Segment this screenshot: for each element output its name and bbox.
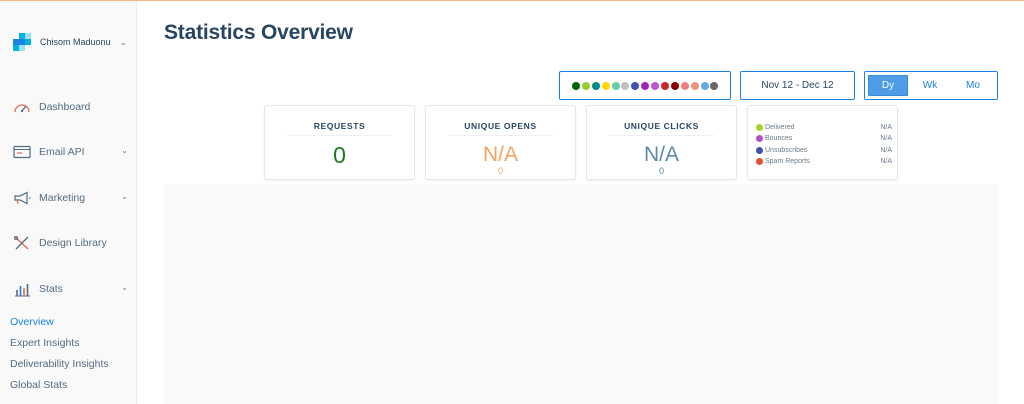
account-name: Chisom Maduonu — [40, 37, 111, 47]
legend-label: Unsubscribes — [765, 146, 808, 154]
card-title: REQUESTS — [313, 121, 366, 131]
period-toggle: Dy Wk Mo — [864, 71, 998, 100]
legend-row-delivered: Delivered N/A — [756, 122, 892, 132]
sidebar-item-email-api[interactable]: Email API ⌄ — [12, 142, 134, 162]
color-swatch — [641, 81, 650, 90]
color-swatch — [621, 81, 630, 90]
divider — [448, 135, 553, 136]
legend-dot — [756, 146, 763, 154]
color-swatch — [581, 81, 590, 90]
sidebar-item-label: Email API — [39, 146, 85, 158]
metrics-legend-card: Delivered N/A Bounces N/A Unsubscribes N… — [747, 105, 898, 180]
unique-opens-sub-value: 0 — [497, 166, 503, 176]
sidebar-item-dashboard[interactable]: Dashboard — [12, 97, 134, 117]
legend-value: N/A — [880, 123, 892, 131]
legend-label: Bounces — [765, 135, 793, 142]
sendgrid-logo-icon — [13, 32, 32, 52]
page-title: Statistics Overview — [164, 21, 353, 44]
requests-card: REQUESTS 0 — [264, 105, 415, 180]
color-swatch — [611, 81, 620, 90]
legend-dot — [756, 158, 763, 165]
color-swatch — [661, 81, 670, 90]
color-swatch — [680, 81, 689, 90]
unique-opens-value: N/A — [482, 143, 518, 166]
legend-dot — [756, 135, 763, 142]
legend-row-spam-reports: Spam Reports N/A — [756, 157, 892, 167]
requests-value: 0 — [333, 142, 346, 168]
account-switcher[interactable]: Chisom Maduonu ⌄ — [13, 32, 133, 52]
color-swatch — [700, 81, 709, 90]
unique-opens-card: UNIQUE OPENS N/A 0 — [425, 105, 576, 180]
legend-dot — [756, 123, 763, 131]
chevron-down-icon: ⌄ — [120, 37, 127, 47]
sidebar-subitem-expert-insights[interactable]: Expert Insights — [10, 337, 79, 349]
card-title: UNIQUE OPENS — [464, 121, 537, 131]
sidebar-item-label: Marketing — [39, 192, 86, 204]
sidebar-item-design-library[interactable]: Design Library — [12, 233, 134, 253]
gauge-icon — [12, 98, 32, 116]
legend-row-bounces: Bounces N/A — [756, 134, 892, 144]
color-swatch — [572, 81, 580, 90]
divider — [287, 135, 392, 136]
color-swatch — [591, 81, 600, 90]
stats-chart-area — [164, 184, 998, 404]
color-swatch — [631, 81, 640, 90]
period-option-week[interactable]: Wk — [908, 75, 952, 96]
megaphone-icon — [12, 189, 32, 207]
color-swatch — [601, 81, 610, 90]
bar-chart-icon — [12, 280, 32, 298]
legend-value: N/A — [880, 158, 892, 165]
unique-clicks-value: N/A — [643, 143, 679, 166]
legend-label: Spam Reports — [765, 158, 810, 165]
design-tools-icon — [12, 234, 32, 252]
sidebar-subitem-deliverability-insights[interactable]: Deliverability Insights — [10, 358, 109, 370]
sidebar-item-marketing[interactable]: Marketing ⌄ — [12, 188, 134, 208]
sidebar: Chisom Maduonu ⌄ Dashboard Email API ⌄ M… — [0, 1, 137, 404]
chevron-down-icon: ⌄ — [121, 283, 128, 292]
legend-value: N/A — [880, 135, 892, 142]
chevron-down-icon: ⌄ — [121, 192, 128, 201]
category-color-select[interactable]: ⌄ — [559, 71, 731, 100]
color-swatch — [690, 81, 699, 90]
top-accent-line — [0, 0, 1024, 1]
chevron-down-icon: ⌄ — [121, 146, 128, 155]
unique-clicks-sub-value: 0 — [658, 166, 664, 176]
legend-row-unsubscribes: Unsubscribes N/A — [756, 145, 892, 155]
date-range-picker[interactable]: Nov 12 - Dec 12 — [740, 71, 855, 100]
chevron-down-icon: ⌄ — [713, 81, 720, 90]
color-swatch — [651, 81, 660, 90]
sidebar-subitem-overview[interactable]: Overview — [10, 316, 54, 328]
color-swatch — [670, 81, 679, 90]
sidebar-item-label: Dashboard — [39, 101, 91, 113]
unique-clicks-card: UNIQUE CLICKS N/A 0 — [586, 105, 737, 180]
sidebar-item-stats[interactable]: Stats ⌄ — [12, 279, 134, 299]
email-api-icon — [12, 143, 32, 161]
sidebar-item-label: Stats — [39, 283, 63, 295]
period-option-day[interactable]: Dy — [868, 75, 908, 96]
card-title: UNIQUE CLICKS — [624, 121, 699, 131]
legend-value: N/A — [880, 146, 892, 154]
sidebar-subitem-global-stats[interactable]: Global Stats — [10, 379, 67, 391]
legend-label: Delivered — [765, 123, 795, 131]
period-option-month[interactable]: Mo — [952, 75, 994, 96]
sidebar-item-label: Design Library — [39, 237, 107, 249]
divider — [609, 135, 714, 136]
